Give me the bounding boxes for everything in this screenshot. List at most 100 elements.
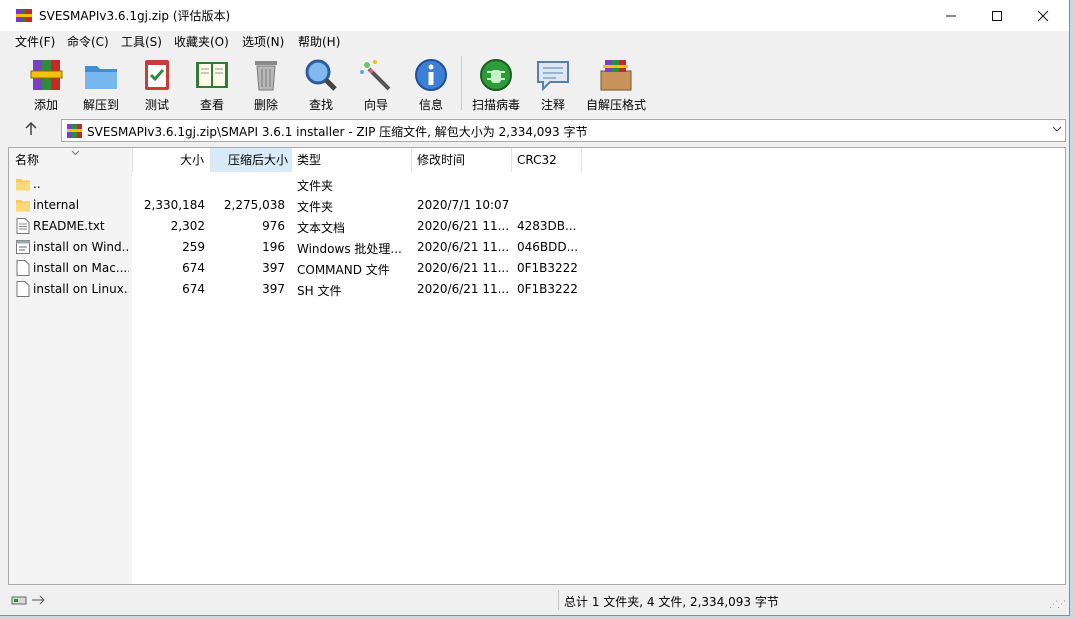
file-type: Windows 批处理... bbox=[297, 242, 402, 256]
wizard-button[interactable]: 向导 bbox=[356, 53, 396, 113]
file-name: install on Mac.... bbox=[33, 261, 129, 275]
col-header-name[interactable]: 名称 bbox=[15, 148, 132, 172]
column-divider bbox=[511, 148, 512, 172]
file-type: 文本文档 bbox=[297, 221, 346, 235]
file-crc: 046BDD... bbox=[517, 240, 579, 254]
table-row[interactable]: README.txt 2,302 976 文本文档 2020/6/21 11..… bbox=[9, 216, 1065, 237]
virus-scan-label: 扫描病毒 bbox=[471, 98, 520, 112]
address-dropdown-button[interactable] bbox=[1052, 122, 1062, 139]
table-row[interactable]: .. 文件夹 bbox=[9, 174, 1065, 195]
wizard-wand-icon bbox=[360, 60, 391, 91]
file-name: README.txt bbox=[33, 219, 105, 233]
find-button[interactable]: 查找 bbox=[301, 53, 341, 113]
close-button[interactable] bbox=[1020, 0, 1066, 31]
blank-file-icon bbox=[16, 260, 30, 276]
find-label: 查找 bbox=[308, 98, 333, 112]
chevron-down-icon bbox=[1052, 126, 1062, 132]
file-packed-size: 2,275,038 bbox=[223, 198, 285, 212]
table-row[interactable]: install on Linux.... 674 397 SH 文件 2020/… bbox=[9, 279, 1065, 300]
view-button[interactable]: 查看 bbox=[191, 53, 233, 113]
arrow-up-icon bbox=[25, 121, 37, 135]
status-summary: 总计 1 文件夹, 4 文件, 2,334,093 字节 bbox=[564, 595, 779, 609]
view-book-icon bbox=[196, 62, 228, 88]
maximize-button[interactable] bbox=[974, 0, 1020, 31]
extract-to-button[interactable]: 解压到 bbox=[80, 53, 122, 113]
test-label: 测试 bbox=[144, 98, 169, 112]
info-label: 信息 bbox=[418, 98, 443, 112]
menu-help[interactable]: 帮助(H) bbox=[298, 33, 340, 50]
file-modified: 2020/6/21 11... bbox=[417, 219, 510, 233]
table-row[interactable]: install on Wind... 259 196 Windows 批处理..… bbox=[9, 237, 1065, 258]
add-button[interactable]: 添加 bbox=[26, 53, 66, 113]
table-row[interactable]: internal 2,330,184 2,275,038 文件夹 2020/7/… bbox=[9, 195, 1065, 216]
test-button[interactable]: 测试 bbox=[137, 53, 177, 113]
file-crc: 0F1B3222 bbox=[517, 261, 578, 275]
col-header-packed[interactable]: 压缩后大小 bbox=[211, 148, 291, 172]
file-crc: 4283DB... bbox=[517, 219, 577, 233]
view-label: 查看 bbox=[199, 98, 224, 112]
file-modified: 2020/7/1 10:07 bbox=[417, 198, 510, 212]
col-header-size[interactable]: 大小 bbox=[133, 148, 210, 172]
virus-scan-button[interactable]: 扫描病毒 bbox=[470, 53, 522, 113]
file-packed-size: 196 bbox=[262, 240, 285, 254]
add-archive-icon bbox=[30, 60, 63, 90]
sfx-box-icon bbox=[600, 60, 632, 91]
file-size: 2,302 bbox=[170, 219, 205, 233]
address-bar[interactable]: SVESMAPIv3.6.1gj.zip\SMAPI 3.6.1 install… bbox=[61, 119, 1066, 142]
file-size: 259 bbox=[182, 240, 205, 254]
virus-scan-icon bbox=[480, 59, 512, 91]
file-name: install on Linux.... bbox=[33, 282, 129, 296]
table-row[interactable]: install on Mac.... 674 397 COMMAND 文件 20… bbox=[9, 258, 1065, 279]
menu-tools[interactable]: 工具(S) bbox=[121, 33, 162, 50]
file-packed-size: 397 bbox=[262, 261, 285, 275]
sort-chevron-icon bbox=[71, 150, 80, 156]
comment-icon bbox=[537, 61, 569, 92]
col-header-type[interactable]: 类型 bbox=[297, 148, 411, 172]
batch-file-icon bbox=[16, 240, 30, 254]
winrar-window: SVESMAPIv3.6.1gj.zip (评估版本) 文件(F) 命令(C) … bbox=[0, 0, 1070, 616]
file-name: internal bbox=[33, 198, 80, 212]
maximize-icon bbox=[992, 11, 1002, 21]
status-divider bbox=[558, 590, 559, 610]
status-bar: 总计 1 文件夹, 4 文件, 2,334,093 字节 ⋰⋰ bbox=[0, 587, 1069, 613]
file-list: 名称 大小 压缩后大小 类型 修改时间 CRC32 .. 文件夹 interna… bbox=[8, 147, 1066, 585]
column-divider bbox=[291, 148, 292, 172]
col-header-crc[interactable]: CRC32 bbox=[517, 148, 581, 172]
file-modified: 2020/6/21 11... bbox=[417, 261, 510, 275]
menu-file[interactable]: 文件(F) bbox=[15, 33, 55, 50]
menu-options[interactable]: 选项(N) bbox=[242, 33, 284, 50]
file-name: .. bbox=[33, 177, 41, 191]
column-divider bbox=[411, 148, 412, 172]
column-divider bbox=[581, 148, 582, 172]
menu-bar: 文件(F) 命令(C) 工具(S) 收藏夹(O) 选项(N) 帮助(H) bbox=[0, 31, 1069, 51]
address-row: SVESMAPIv3.6.1gj.zip\SMAPI 3.6.1 install… bbox=[0, 116, 1069, 147]
folder-icon bbox=[16, 200, 30, 212]
sfx-button[interactable]: 自解压格式 bbox=[584, 53, 648, 113]
title-bar[interactable]: SVESMAPIv3.6.1gj.zip (评估版本) bbox=[0, 0, 1069, 31]
menu-commands[interactable]: 命令(C) bbox=[67, 33, 109, 50]
file-crc: 0F1B3222 bbox=[517, 282, 578, 296]
file-type: 文件夹 bbox=[297, 200, 334, 214]
resize-grip-icon[interactable]: ⋰⋰ bbox=[1049, 600, 1066, 610]
file-packed-size: 397 bbox=[262, 282, 285, 296]
drive-status-icon[interactable] bbox=[11, 592, 51, 608]
col-header-modified[interactable]: 修改时间 bbox=[417, 148, 511, 172]
minimize-button[interactable] bbox=[928, 0, 974, 31]
add-label: 添加 bbox=[33, 98, 58, 112]
toolbar: 添加 解压到 测试 查看 删除 查找 向导 信息 扫描病毒 注释 自解压格式 bbox=[0, 51, 1069, 116]
file-size: 674 bbox=[182, 282, 205, 296]
delete-button[interactable]: 删除 bbox=[246, 53, 286, 113]
file-modified: 2020/6/21 11... bbox=[417, 240, 510, 254]
up-folder-button[interactable] bbox=[20, 120, 42, 142]
comment-button[interactable]: 注释 bbox=[533, 53, 573, 113]
menu-favorites[interactable]: 收藏夹(O) bbox=[174, 33, 229, 50]
window-title: SVESMAPIv3.6.1gj.zip (评估版本) bbox=[39, 9, 231, 23]
info-icon bbox=[415, 59, 447, 91]
file-type: 文件夹 bbox=[297, 179, 334, 193]
winrar-app-icon bbox=[16, 9, 32, 22]
info-button[interactable]: 信息 bbox=[411, 53, 451, 113]
folder-icon bbox=[16, 179, 30, 191]
delete-label: 删除 bbox=[253, 98, 278, 112]
file-packed-size: 976 bbox=[262, 219, 285, 233]
comment-label: 注释 bbox=[540, 98, 565, 112]
